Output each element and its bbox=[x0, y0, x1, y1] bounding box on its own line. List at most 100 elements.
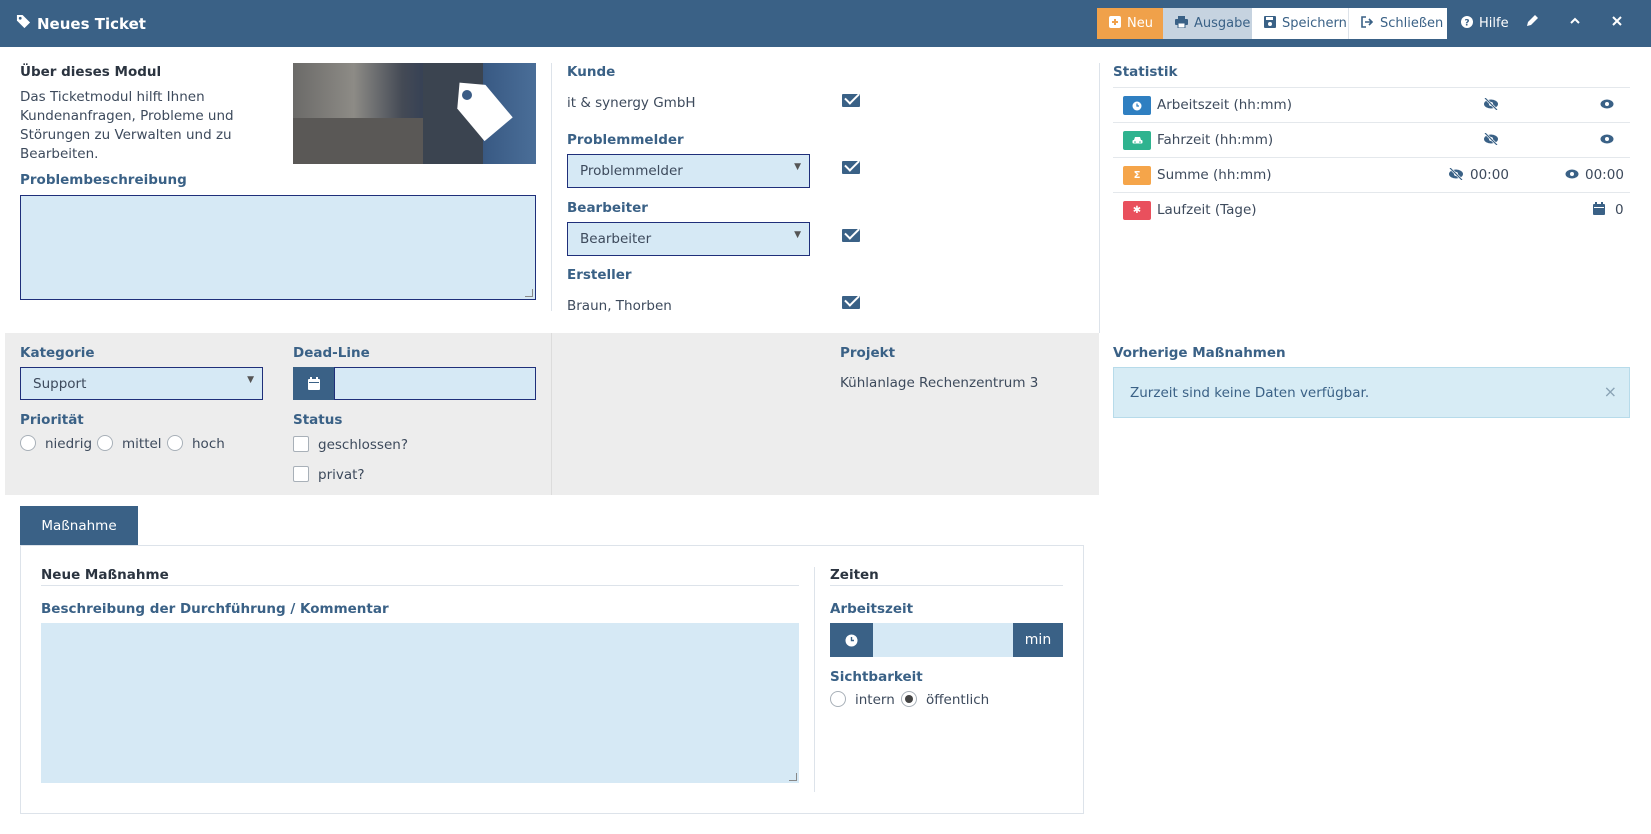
projekt-label: Projekt bbox=[840, 345, 896, 361]
status-label: Status bbox=[293, 412, 343, 428]
status-option-label: privat? bbox=[318, 467, 365, 483]
stat-row-laufzeit: ✱ Laufzeit (Tage) 0 bbox=[1113, 192, 1630, 227]
about-text-line: Bearbeiten. bbox=[20, 146, 99, 162]
caret-down-icon: ▼ bbox=[794, 162, 801, 172]
deadline-input[interactable] bbox=[334, 367, 536, 400]
eye-icon[interactable] bbox=[1600, 133, 1614, 147]
print-icon bbox=[1175, 15, 1188, 32]
pencil-icon[interactable] bbox=[1523, 14, 1541, 32]
print-button[interactable]: Ausgabe bbox=[1163, 8, 1252, 39]
divider bbox=[41, 585, 799, 586]
resize-handle[interactable] bbox=[789, 773, 797, 781]
close-form-button-label: Schließen bbox=[1380, 16, 1444, 31]
bearbeiter-select[interactable]: Bearbeiter ▼ bbox=[567, 222, 810, 256]
stat-row-fahrzeit: Fahrzeit (hh:mm) bbox=[1113, 122, 1630, 157]
eye-icon[interactable] bbox=[1565, 168, 1579, 182]
envelope-icon[interactable] bbox=[842, 94, 860, 107]
stat-row-arbeitszeit: Arbeitszeit (hh:mm) bbox=[1113, 87, 1630, 122]
neue-massnahme-title: Neue Maßnahme bbox=[41, 567, 169, 583]
tab-label: Maßnahme bbox=[41, 517, 117, 534]
problemmelder-selected: Problemmelder bbox=[580, 163, 683, 179]
status-checkbox-geschlossen[interactable] bbox=[293, 436, 309, 452]
eye-slash-icon[interactable] bbox=[1483, 132, 1499, 148]
sichtbarkeit-label: Sichtbarkeit bbox=[830, 669, 923, 685]
visibility-radio-intern[interactable] bbox=[830, 691, 846, 707]
module-image bbox=[293, 63, 536, 164]
minutes-unit: min bbox=[1013, 623, 1063, 657]
eye-icon[interactable] bbox=[1600, 98, 1614, 112]
priority-option-label: mittel bbox=[122, 436, 162, 452]
ersteller-value: Braun, Thorben bbox=[567, 298, 672, 314]
gear-icon: ✱ bbox=[1123, 201, 1151, 220]
close-icon[interactable]: × bbox=[1604, 382, 1617, 401]
close-form-button[interactable]: Schließen bbox=[1349, 8, 1447, 39]
car-icon bbox=[1123, 131, 1151, 150]
help-button-label: Hilfe bbox=[1479, 16, 1509, 31]
sigma-icon: Σ bbox=[1123, 166, 1151, 185]
resize-handle[interactable] bbox=[525, 289, 533, 297]
stat-label: Fahrzeit (hh:mm) bbox=[1157, 132, 1274, 148]
statistik-heading: Statistik bbox=[1113, 64, 1178, 80]
zeiten-title: Zeiten bbox=[830, 567, 879, 583]
clock-icon bbox=[830, 623, 873, 657]
about-text-line: Das Ticketmodul hilft Ihnen bbox=[20, 89, 205, 105]
problemmelder-select[interactable]: Problemmelder ▼ bbox=[567, 154, 810, 188]
save-button[interactable]: Speichern bbox=[1252, 8, 1349, 39]
kategorie-selected: Support bbox=[33, 375, 87, 392]
stat-label: Laufzeit (Tage) bbox=[1157, 202, 1257, 218]
problemmelder-label: Problemmelder bbox=[567, 132, 684, 148]
projekt-value: Kühlanlage Rechenzentrum 3 bbox=[840, 375, 1039, 391]
visibility-option-label: öffentlich bbox=[926, 692, 990, 708]
priority-option-label: hoch bbox=[192, 436, 225, 452]
deadline-label: Dead-Line bbox=[293, 345, 370, 361]
title-bar: Neues Ticket Neu Ausgabe Speichern Schli… bbox=[0, 0, 1651, 47]
envelope-icon[interactable] bbox=[842, 296, 860, 309]
envelope-icon[interactable] bbox=[842, 229, 860, 242]
sign-out-icon bbox=[1361, 15, 1374, 32]
priority-option-label: niedrig bbox=[45, 436, 93, 452]
details-section bbox=[5, 333, 1099, 495]
priority-radio-hoch[interactable] bbox=[167, 435, 183, 451]
laufzeit-value: 0 bbox=[1615, 202, 1624, 218]
caret-down-icon: ▼ bbox=[247, 375, 254, 385]
kategorie-label: Kategorie bbox=[20, 345, 95, 361]
eye-slash-icon[interactable] bbox=[1448, 167, 1464, 183]
tag-icon bbox=[16, 14, 31, 33]
about-text: Das Ticketmodul hilft Ihnen Kundenanfrag… bbox=[20, 88, 234, 164]
problem-label: Problembeschreibung bbox=[20, 172, 187, 188]
new-button[interactable]: Neu bbox=[1097, 8, 1163, 39]
status-checkbox-privat[interactable] bbox=[293, 466, 309, 482]
save-button-label: Speichern bbox=[1282, 16, 1347, 31]
caret-down-icon: ▼ bbox=[794, 230, 801, 240]
alert-message: Zurzeit sind keine Daten verfügbar. bbox=[1130, 385, 1370, 401]
about-text-line: Kundenanfragen, Probleme und bbox=[20, 108, 234, 124]
new-button-label: Neu bbox=[1127, 16, 1153, 31]
tag-icon bbox=[453, 81, 517, 149]
tab-massnahme[interactable]: Maßnahme bbox=[20, 506, 138, 545]
priority-radio-niedrig[interactable] bbox=[20, 435, 36, 451]
close-icon[interactable] bbox=[1608, 14, 1626, 32]
divider bbox=[1099, 63, 1100, 333]
divider bbox=[551, 63, 552, 311]
plus-square-icon bbox=[1109, 15, 1121, 32]
kategorie-select[interactable]: Support ▼ bbox=[20, 367, 263, 400]
calendar-icon[interactable] bbox=[293, 367, 335, 400]
window-title-text: Neues Ticket bbox=[37, 14, 146, 33]
problem-textarea[interactable] bbox=[20, 195, 536, 300]
arbeitszeit-input[interactable] bbox=[873, 623, 1013, 657]
eye-slash-icon[interactable] bbox=[1483, 97, 1499, 113]
help-button[interactable]: ? Hilfe bbox=[1457, 8, 1513, 39]
chevron-up-icon[interactable] bbox=[1566, 14, 1584, 32]
visibility-radio-oeffentlich[interactable] bbox=[901, 691, 917, 707]
question-circle-icon: ? bbox=[1461, 15, 1473, 32]
vorherige-heading: Vorherige Maßnahmen bbox=[1113, 345, 1286, 361]
prioritaet-label: Priorität bbox=[20, 412, 84, 428]
divider bbox=[814, 567, 815, 792]
beschreibung-textarea[interactable] bbox=[41, 623, 799, 783]
envelope-icon[interactable] bbox=[842, 161, 860, 174]
about-text-line: Störungen zu Verwalten und zu bbox=[20, 127, 232, 143]
floppy-icon bbox=[1264, 15, 1276, 32]
bearbeiter-label: Bearbeiter bbox=[567, 200, 648, 216]
priority-radio-mittel[interactable] bbox=[97, 435, 113, 451]
arbeitszeit-label: Arbeitszeit bbox=[830, 601, 914, 617]
